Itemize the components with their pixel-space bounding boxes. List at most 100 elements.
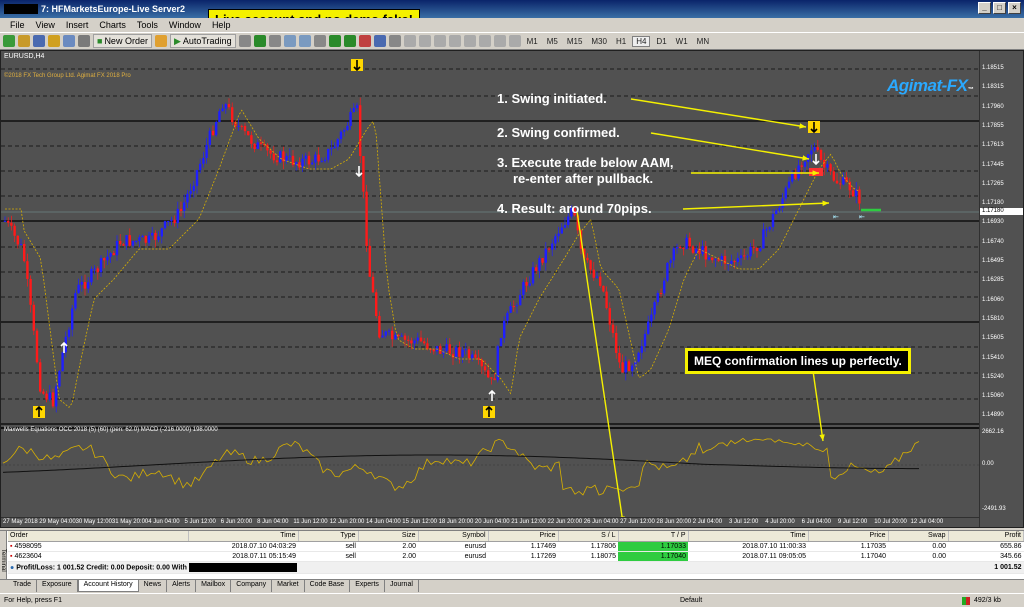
col-size[interactable]: Size	[358, 531, 419, 542]
navigator-icon[interactable]	[48, 35, 60, 47]
auto-scroll-icon[interactable]	[328, 35, 341, 47]
tf-m15[interactable]: M15	[564, 37, 586, 46]
table-row[interactable]: ▪ 4598095 2018.07.10 04:03:29 sell 2.00 …	[8, 541, 1024, 552]
candle-body	[512, 306, 515, 308]
tab-journal[interactable]: Journal	[385, 580, 419, 592]
maximize-button[interactable]: □	[993, 2, 1006, 14]
candle-body	[349, 112, 352, 126]
horizontal-line-icon[interactable]	[448, 35, 461, 47]
candle-body	[759, 248, 762, 252]
bar-chart-icon[interactable]	[238, 35, 251, 47]
tester-icon[interactable]	[78, 35, 90, 47]
candle-chart-icon[interactable]	[253, 35, 266, 47]
candle-body	[618, 352, 621, 363]
arrow-meq-head-icon	[819, 434, 825, 441]
label-icon[interactable]	[508, 35, 521, 47]
col-price[interactable]: Price	[488, 531, 559, 542]
close-button[interactable]: ×	[1008, 2, 1021, 14]
tf-w1[interactable]: W1	[673, 37, 691, 46]
candle-body	[493, 378, 496, 381]
new-order-button[interactable]: ■ New Order	[93, 34, 152, 48]
tab-experts[interactable]: Experts	[350, 580, 385, 592]
tf-m1[interactable]: M1	[524, 37, 541, 46]
menu-insert[interactable]: Insert	[66, 20, 89, 30]
col-order[interactable]: Order	[8, 531, 189, 542]
candle-body	[186, 193, 189, 203]
zoom-in-icon[interactable]	[283, 35, 296, 47]
candle-body	[381, 335, 384, 338]
candle-body	[346, 125, 349, 130]
new-chart-icon[interactable]	[3, 35, 15, 47]
profiles-icon[interactable]	[18, 35, 30, 47]
date-tick-label: 10 Jul 20:00	[874, 519, 907, 525]
candle-body	[384, 331, 387, 336]
candle-body	[16, 235, 19, 245]
date-tick-label: 4 Jul 20:00	[765, 519, 795, 525]
tab-mailbox[interactable]: Mailbox	[196, 580, 232, 592]
tf-h1[interactable]: H1	[613, 37, 629, 46]
col-close-time[interactable]: Time	[688, 531, 809, 542]
candle-body	[653, 302, 656, 315]
col-profit[interactable]: Profit	[948, 531, 1024, 542]
candle-body	[787, 181, 791, 188]
col-time[interactable]: Time	[188, 531, 299, 542]
chart-window[interactable]: ⇤ ⇤ EURUSD,H4 ©2018 FX Tech Group Ltd. Ag…	[0, 50, 1024, 528]
cell-symbol: eurusd	[418, 541, 488, 552]
table-row[interactable]: ▪ 4623604 2018.07.11 05:15:49 sell 2.00 …	[8, 551, 1024, 562]
tf-mn[interactable]: MN	[694, 37, 712, 46]
col-tp[interactable]: T / P	[618, 531, 689, 542]
tab-news[interactable]: News	[139, 580, 168, 592]
terminal-icon[interactable]	[63, 35, 75, 47]
periods-icon[interactable]	[373, 35, 386, 47]
minimize-button[interactable]: _	[978, 2, 991, 14]
text-icon[interactable]	[493, 35, 506, 47]
col-close-price[interactable]: Price	[808, 531, 889, 542]
copyright-label: ©2018 FX Tech Group Ltd. Agimat FX 2018 …	[4, 73, 131, 79]
cursor-icon[interactable]	[403, 35, 416, 47]
col-swap[interactable]: Swap	[888, 531, 949, 542]
price-axis[interactable]: 1.18515 1.18315 1.17960 1.17855 1.17613 1.174…	[979, 51, 1023, 527]
templates-icon[interactable]	[388, 35, 401, 47]
tab-market[interactable]: Market	[272, 580, 305, 592]
candle-body	[272, 153, 275, 161]
line-chart-icon[interactable]	[268, 35, 281, 47]
current-price-tag: 1.17180	[980, 208, 1023, 215]
tab-code-base[interactable]: Code Base	[305, 580, 351, 592]
tf-d1[interactable]: D1	[653, 37, 669, 46]
tab-account-history[interactable]: Account History	[77, 580, 139, 592]
menu-charts[interactable]: Charts	[99, 20, 126, 30]
menu-file[interactable]: File	[10, 20, 25, 30]
cell-size: 2.00	[358, 541, 418, 552]
menu-view[interactable]: View	[36, 20, 55, 30]
fibo-icon[interactable]	[478, 35, 491, 47]
chart-shift-icon[interactable]	[343, 35, 356, 47]
col-type[interactable]: Type	[298, 531, 359, 542]
market-watch-icon[interactable]	[33, 35, 45, 47]
metaeditor-icon[interactable]	[154, 35, 167, 47]
zoom-out-icon[interactable]	[298, 35, 311, 47]
tf-h4[interactable]: H4	[632, 35, 651, 47]
indicators-icon[interactable]	[358, 35, 371, 47]
tile-windows-icon[interactable]	[313, 35, 326, 47]
menu-window[interactable]: Window	[169, 20, 201, 30]
tf-m5[interactable]: M5	[544, 37, 561, 46]
col-symbol[interactable]: Symbol	[418, 531, 489, 542]
candle-body	[455, 347, 458, 358]
tab-exposure[interactable]: Exposure	[37, 580, 78, 592]
crosshair-icon[interactable]	[418, 35, 431, 47]
menu-tools[interactable]: Tools	[137, 20, 158, 30]
time-axis[interactable]: 27 May 2018 29 May 04:00 30 May 12:00 31 Ma…	[1, 517, 979, 527]
price-tick-label: 1.15240	[982, 373, 1004, 380]
price-chart[interactable]: ⇤ ⇤	[1, 51, 1024, 528]
tab-company[interactable]: Company	[231, 580, 273, 592]
col-sl[interactable]: S / L	[558, 531, 619, 542]
sell-icon: ▪	[10, 552, 13, 560]
tab-trade[interactable]: Trade	[8, 580, 38, 592]
vertical-line-icon[interactable]	[433, 35, 446, 47]
trendline-icon[interactable]	[463, 35, 476, 47]
tab-alerts[interactable]: Alerts	[167, 580, 197, 592]
tf-m30[interactable]: M30	[588, 37, 610, 46]
autotrading-button[interactable]: ▶ AutoTrading	[169, 34, 236, 48]
candle-body	[736, 258, 739, 262]
menu-help[interactable]: Help	[212, 20, 231, 30]
